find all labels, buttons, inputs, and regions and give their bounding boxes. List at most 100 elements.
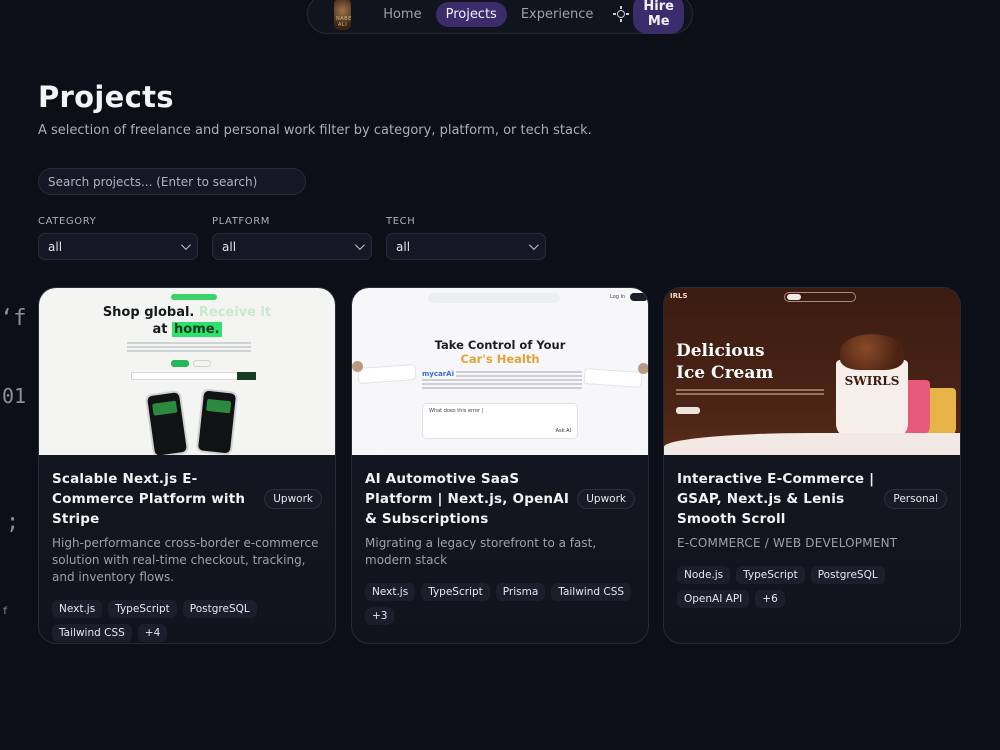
thumb-headline: Delicious Ice Cream [676,340,773,384]
thumb-chip [171,360,189,367]
thumb-headline-part: Receive it [198,305,272,320]
tech-tag: Next.js [52,600,103,618]
category-value: all [48,239,63,254]
tech-tag: Tailwind CSS [551,583,632,601]
thumb-headline-part: Shop global. [102,305,195,320]
thumb-headline-part: Ice Cream [676,363,774,383]
tag-list: Node.js TypeScript PostgreSQL OpenAI API… [677,566,947,608]
thumb-headline: Take Control of Your Car's Health [352,338,648,366]
sun-icon[interactable] [613,6,630,22]
card-description: Migrating a legacy storefront to a fast,… [365,536,597,567]
card-title[interactable]: Scalable Next.js E-Commerce Platform wit… [52,469,257,529]
platform-badge: Upwork [577,489,635,509]
project-card-automotive[interactable]: Log In Take Control of Your Car's Health… [351,287,649,644]
platform-label: PLATFORM [212,216,271,227]
chevron-down-icon [528,240,539,251]
hire-me-button[interactable]: Hire Me [633,0,684,34]
cup-label: SWIRLS [844,374,900,388]
avatar [638,363,648,374]
thumb-chat-button: Ask AI [555,428,571,434]
logo[interactable]: NABEEL ALI [334,0,352,30]
bg-glyph: ; [6,510,20,535]
project-card-icecream[interactable]: IRLS Delicious Ice Cream SWIRLS Interact… [663,287,961,644]
more-tags-count: +6 [755,590,785,608]
ice-cream-cup: SWIRLS [836,360,908,438]
top-nav: NABEEL ALI Home Projects Experience Hire… [307,0,693,34]
platform-value: all [222,239,237,254]
tech-tag: PostgreSQL [182,600,257,618]
nav-experience[interactable]: Experience [511,2,604,27]
tag-list: Next.js TypeScript Prisma Tailwind CSS +… [365,583,635,625]
thumb-pill [171,294,217,300]
card-body: Interactive E-Commerce | GSAP, Next.js &… [664,455,960,643]
thumb-brand: mycarAi [422,370,456,378]
card-title[interactable]: Interactive E-Commerce | GSAP, Next.js &… [677,469,882,529]
project-card-ecommerce[interactable]: Shop global. Receive it at home. Scalabl… [38,287,336,644]
page-subtitle: A selection of freelance and personal wo… [38,123,592,138]
search-input[interactable] [38,168,306,195]
thumb-nav [784,292,856,302]
phone-mockup [195,388,239,455]
thumb-chat-box: What does this error | Ask AI [422,403,578,439]
more-tags-count: +3 [365,607,395,625]
phone-mockup [144,389,190,455]
project-thumbnail: IRLS Delicious Ice Cream SWIRLS [664,288,960,455]
thumb-headline-part: Car's Health [460,352,540,366]
chevron-down-icon [354,240,365,251]
more-tags-count: +4 [137,624,168,642]
project-thumbnail: Log In Take Control of Your Car's Health… [352,288,648,455]
thumb-headline-part: home. [172,322,222,337]
page-title: Projects [38,80,174,114]
tech-label: TECH [386,216,416,227]
tech-tag: Node.js [677,566,731,584]
thumb-chat-text: What does this error | [429,408,484,414]
tech-tag: OpenAI API [677,590,750,608]
thumb-search-button [237,372,256,380]
tag-list: Next.js TypeScript PostgreSQL Tailwind C… [52,600,322,642]
thumb-nav [428,293,560,303]
card-description: E-COMMERCE / WEB DEVELOPMENT [677,536,898,550]
thumb-headline-part: at [152,322,168,337]
avatar [352,361,363,372]
thumb-headline-part: Take Control of Your [434,338,566,352]
thumb-headline-part: Delicious [676,341,765,361]
bg-glyph: 01 [2,384,27,408]
logo-text: NABEEL ALI [336,16,352,28]
tech-value: all [396,239,411,254]
chevron-down-icon [180,240,191,251]
thumb-chip [193,360,211,367]
thumb-headline: Shop global. Receive it at home. [39,304,335,338]
tech-tag: PostgreSQL [810,566,885,584]
card-body: AI Automotive SaaS Platform | Next.js, O… [352,455,648,643]
platform-badge: Upwork [264,489,322,509]
category-label: CATEGORY [38,216,97,227]
project-thumbnail: Shop global. Receive it at home. [39,288,335,455]
nav-home[interactable]: Home [373,2,431,27]
thumb-wave [664,433,960,455]
chat-bubble [583,367,643,389]
bg-glyph: f [2,606,9,617]
tech-tag: Tailwind CSS [52,624,132,642]
ice-cream-scoop [840,334,904,370]
tech-tag: Next.js [365,583,416,601]
tech-tag: TypeScript [736,566,805,584]
category-select[interactable]: all [38,233,198,260]
thumb-button [676,407,700,414]
card-body: Scalable Next.js E-Commerce Platform wit… [39,455,335,643]
platform-select[interactable]: all [212,233,372,260]
card-description: High-performance cross-border e-commerce… [52,536,319,584]
bg-glyph: ‘f [0,306,27,331]
card-title[interactable]: AI Automotive SaaS Platform | Next.js, O… [365,469,570,529]
platform-badge: Personal [884,489,947,509]
tech-tag: Prisma [495,583,546,601]
thumb-text-lines [676,389,824,397]
thumb-text-lines [127,342,251,352]
nav-projects[interactable]: Projects [435,1,507,27]
tech-tag: TypeScript [421,583,490,601]
background-code-glyphs: ‘f 01 ; f [0,0,40,750]
thumb-brand: IRLS [670,292,688,300]
tech-tag: TypeScript [108,600,177,618]
thumb-login: Log In [610,294,626,300]
tech-select[interactable]: all [386,233,546,260]
chat-bubble [357,363,417,385]
